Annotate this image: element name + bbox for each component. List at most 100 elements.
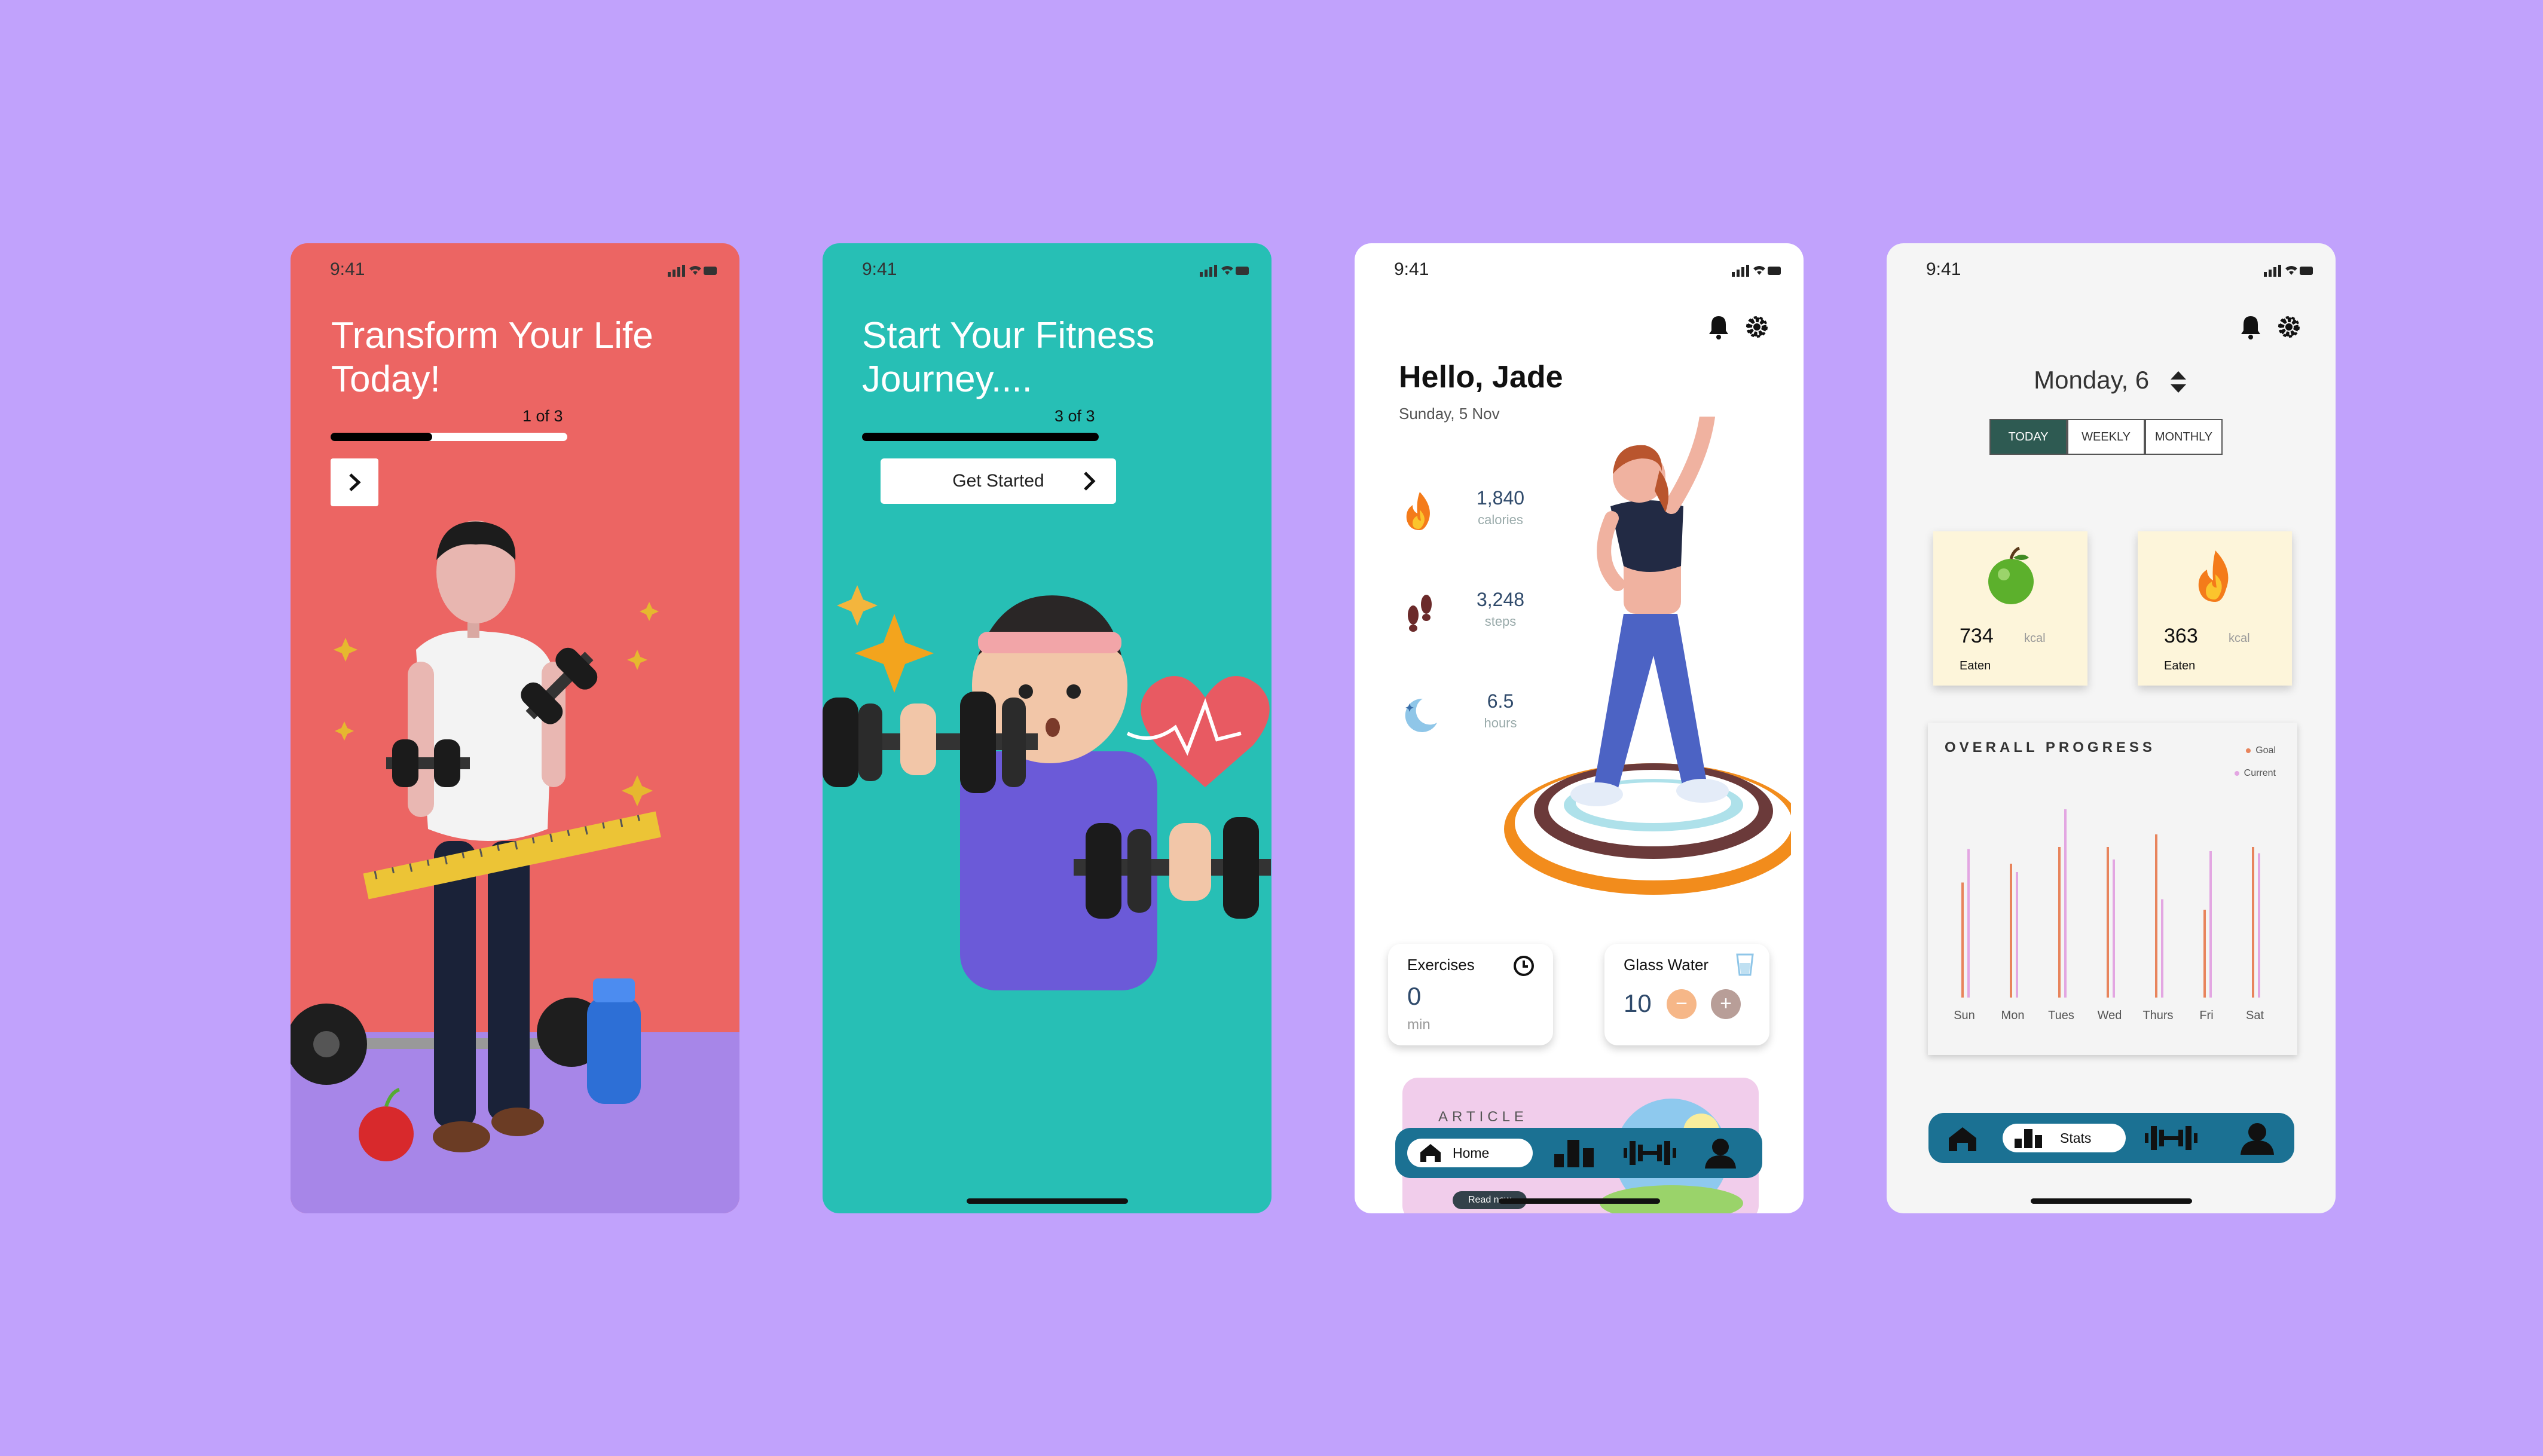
bar-goal-tues (2058, 847, 2061, 998)
status-time: 9:41 (1394, 259, 1429, 279)
burned-value: 363 (2164, 625, 2198, 647)
period-tabs: TODAY WEEKLY MONTHLY (1989, 419, 2223, 455)
status-bar: 9:41 (1355, 243, 1804, 303)
boy-with-dumbbells-illustration (823, 585, 1271, 990)
bar-goal-mon (2010, 864, 2012, 998)
onboarding-screen-1: 9:41 Transform Your Life Today! 1 of 3 (291, 243, 739, 1213)
bell-icon[interactable] (2239, 314, 2263, 340)
overall-progress-card: OVERALL PROGRESS Goal Current Sun Mon Tues… (1928, 723, 2297, 1055)
bell-icon[interactable] (1707, 314, 1731, 340)
onboarding-progress-fill (331, 433, 433, 441)
water-label: Glass Water (1624, 956, 1709, 974)
onboarding-title: Start Your Fitness Journey.... (862, 315, 1155, 400)
greeting: Hello, Jade (1399, 360, 1563, 394)
bottom-nav: Home (1395, 1128, 1762, 1178)
gear-icon[interactable] (1744, 314, 1770, 340)
header-actions (1707, 314, 1770, 340)
get-started-label: Get Started (952, 471, 1044, 491)
exercises-card[interactable]: Exercises 0 min (1388, 944, 1553, 1045)
status-icons (1200, 265, 1249, 277)
tab-monthly[interactable]: MONTHLY (2145, 419, 2223, 455)
bar-goal-sat (2252, 847, 2254, 998)
bar-goal-sun (1961, 882, 1964, 998)
gear-icon[interactable] (2276, 314, 2302, 340)
onboarding-screen-3: 9:41 Start Your Fitness Journey.... 3 of… (823, 243, 1272, 1213)
burned-unit: kcal (2229, 632, 2250, 645)
onboarding-progress-bar (331, 433, 567, 441)
x-tick-label: Tues (2048, 1009, 2074, 1022)
bar-goal-wed (2107, 847, 2109, 998)
status-bar: 9:41 (291, 243, 739, 303)
x-tick-label: Wed (2098, 1009, 2122, 1022)
onboarding-progress-fill (862, 433, 1099, 441)
eaten-label: Eaten (1960, 659, 1991, 672)
home-icon[interactable] (1946, 1126, 1979, 1152)
profile-icon[interactable] (1701, 1137, 1740, 1170)
water-decrease-button[interactable]: − (1667, 989, 1697, 1019)
stats-screen: 9:41 Monday, 6 TODAY WEEKLY MONTHLY 734 … (1887, 243, 2336, 1213)
home-indicator (1498, 1198, 1660, 1204)
exercises-unit: min (1407, 1017, 1431, 1033)
x-tick-label: Sun (1954, 1009, 1975, 1022)
stats-icon[interactable] (1552, 1137, 1596, 1169)
progress-bar-chart: Sun Mon Tues Wed Thurs Fri Sat (1954, 809, 2264, 1022)
bar-goal-thurs (2155, 834, 2157, 998)
footprints-icon (1408, 595, 1432, 632)
tab-weekly[interactable]: WEEKLY (2067, 419, 2145, 455)
nav-stats-label: Stats (2060, 1130, 2092, 1146)
get-started-button[interactable]: Get Started (881, 458, 1116, 504)
next-button[interactable] (331, 458, 378, 506)
bar-goal-fri (2203, 910, 2206, 998)
dumbbell-icon[interactable] (1621, 1137, 1679, 1169)
burned-label: Eaten (2164, 659, 2196, 672)
bar-current-sun (1967, 849, 1970, 998)
water-increase-button[interactable]: + (1711, 989, 1741, 1019)
bar-current-tues (2064, 809, 2067, 998)
bar-current-thurs (2161, 899, 2163, 998)
moon-icon (1405, 698, 1437, 732)
sort-arrows-icon[interactable] (2168, 369, 2189, 395)
exercises-label: Exercises (1407, 956, 1475, 974)
day-selector[interactable]: Monday, 6 (1887, 366, 2336, 395)
bar-current-sat (2258, 853, 2260, 998)
bottom-nav: Stats (1928, 1113, 2294, 1163)
eaten-kcal-card: 734 kcal Eaten (1933, 531, 2087, 686)
onboarding-progress-label: 1 of 3 (522, 407, 563, 425)
fire-icon (2198, 550, 2229, 602)
x-tick-label: Mon (2001, 1009, 2025, 1022)
home-dashboard-screen: 9:41 Hello, Jade Sunday, 5 Nov 1,840 cal… (1355, 243, 1804, 1213)
dumbbell-icon[interactable] (2142, 1122, 2200, 1154)
status-bar: 9:41 (823, 243, 1272, 303)
bar-current-wed (2113, 859, 2115, 998)
onboarding-title: Transform Your Life Today! (331, 315, 653, 400)
status-time: 9:41 (330, 259, 365, 279)
eaten-unit: kcal (2024, 632, 2046, 645)
onboarding-progress-label: 3 of 3 (1055, 407, 1095, 425)
nav-home[interactable]: Home (1407, 1139, 1533, 1167)
home-indicator (2030, 1198, 2192, 1204)
tab-today[interactable]: TODAY (1989, 419, 2067, 455)
home-indicator (966, 1198, 1128, 1204)
header-actions (2239, 314, 2302, 340)
nav-home-label: Home (1453, 1145, 1490, 1161)
status-time: 9:41 (862, 259, 897, 279)
water-card: Glass Water 10 − + (1604, 944, 1769, 1045)
status-icons (2264, 265, 2313, 277)
status-icons (1732, 265, 1781, 277)
status-icons (668, 265, 717, 277)
profile-icon[interactable] (2238, 1121, 2276, 1156)
home-icon (1420, 1144, 1441, 1162)
exercises-value: 0 (1407, 982, 1422, 1010)
bar-current-fri (2209, 851, 2212, 998)
water-value: 10 (1624, 989, 1652, 1017)
eaten-value: 734 (1960, 625, 1994, 647)
nav-stats[interactable]: Stats (2003, 1124, 2126, 1152)
water-glass-icon (1736, 953, 1754, 976)
article-label: ARTICLE (1438, 1109, 1528, 1125)
x-tick-label: Fri (2199, 1009, 2213, 1022)
stats-icon (2015, 1129, 2042, 1148)
woman-stretching-illustration (1504, 417, 1791, 895)
onboarding-progress-bar (862, 433, 1099, 441)
status-time: 9:41 (1926, 259, 1961, 279)
selected-day: Monday, 6 (2034, 366, 2150, 394)
